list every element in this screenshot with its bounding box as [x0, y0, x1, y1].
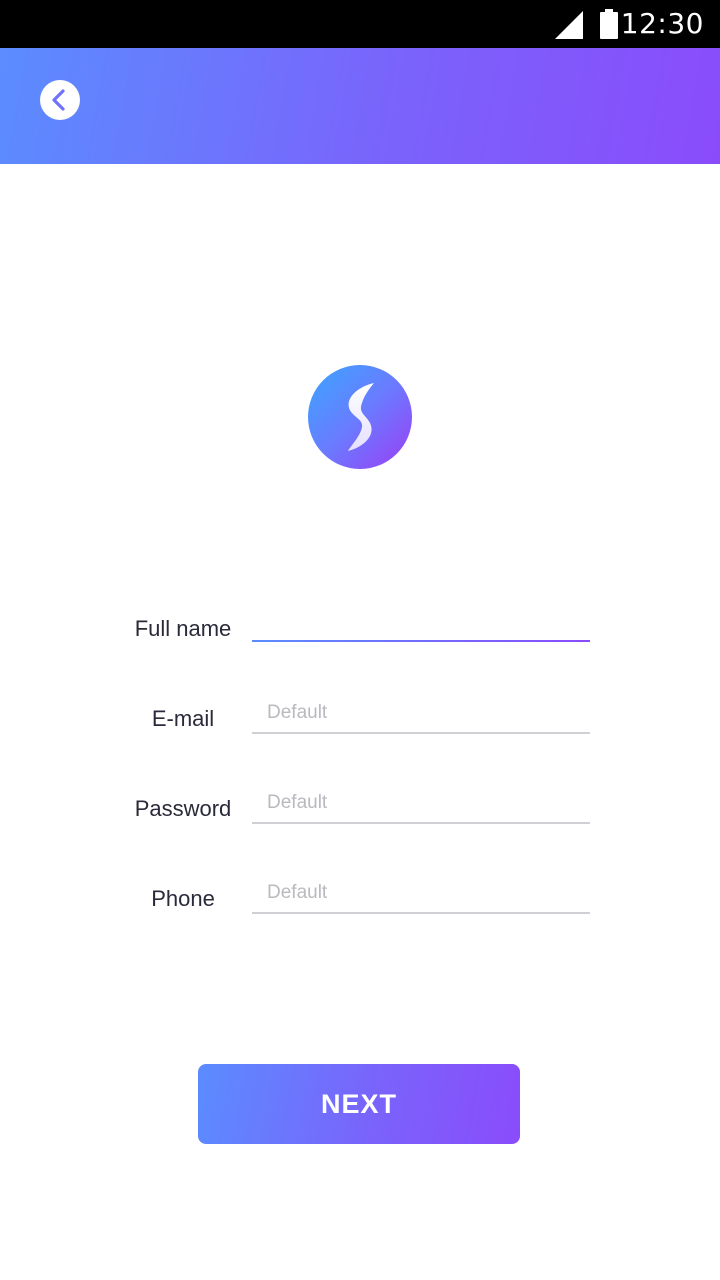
signup-form-screen: Full name E-mail Password Phone NEXT: [0, 164, 720, 1280]
full-name-label: Full name: [134, 616, 232, 641]
status-time: 12:30: [620, 7, 704, 40]
password-label: Password: [134, 796, 232, 821]
form-row-full-name: Full name: [0, 604, 720, 664]
app-logo-icon: [308, 365, 412, 469]
phone-field[interactable]: [252, 874, 590, 914]
back-button[interactable]: [40, 80, 80, 120]
email-field[interactable]: [252, 694, 590, 734]
form-row-email: E-mail: [0, 694, 720, 754]
signal-icon: [555, 11, 583, 39]
phone-label: Phone: [151, 886, 215, 911]
next-button[interactable]: NEXT: [198, 1064, 520, 1144]
email-label: E-mail: [151, 706, 215, 731]
full-name-field[interactable]: [252, 604, 590, 644]
form-row-password: Password: [0, 784, 720, 844]
app-header: [0, 48, 720, 164]
status-bar: 12:30: [0, 0, 720, 48]
password-field[interactable]: [252, 784, 590, 824]
battery-icon: [600, 9, 618, 39]
form-row-phone: Phone: [0, 874, 720, 934]
chevron-left-icon: [52, 89, 65, 111]
